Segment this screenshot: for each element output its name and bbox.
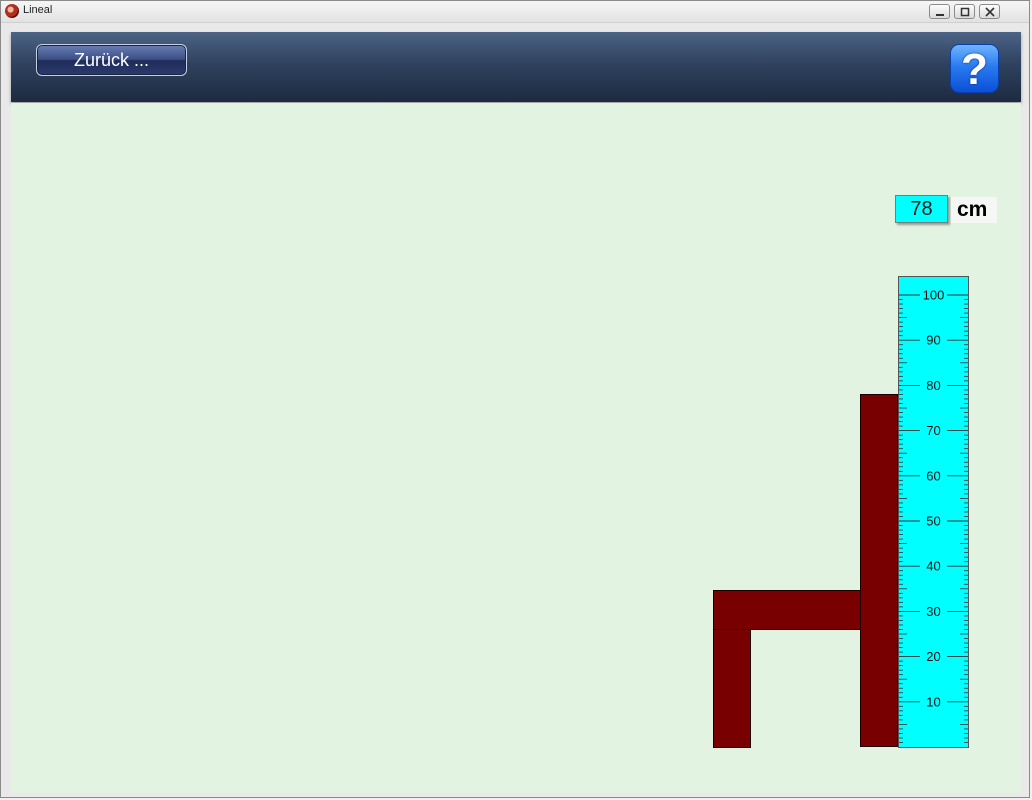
chair-seat (713, 590, 861, 630)
drawing-area: 78 cm 10 20 30 40 50 60 70 80 90 100 (11, 103, 1021, 793)
window-title: Lineal (23, 4, 53, 16)
app-icon (5, 4, 19, 18)
chair-back[interactable] (860, 394, 898, 747)
ruler-label: 100 (923, 288, 945, 303)
ruler-label: 20 (926, 649, 940, 664)
close-icon (985, 7, 995, 17)
maximize-button[interactable] (954, 4, 975, 19)
toolbar: Zurück ... ? (11, 32, 1021, 102)
minimize-icon (936, 14, 944, 16)
help-button[interactable]: ? (950, 44, 999, 94)
measurement-unit: cm (951, 197, 997, 223)
ruler-label: 40 (926, 559, 940, 574)
back-button[interactable]: Zurück ... (36, 44, 187, 76)
ruler-label: 90 (926, 333, 940, 348)
chair-front-leg (713, 628, 751, 748)
ruler-label: 60 (926, 468, 940, 483)
maximize-icon (960, 7, 970, 17)
ruler-label: 80 (926, 378, 940, 393)
ruler-label: 10 (926, 694, 940, 709)
ruler-label: 30 (926, 604, 940, 619)
app-window: Lineal Zurück ... ? 78 cm 10 20 30 40 50 60 70… (0, 0, 1030, 798)
measurement-value: 78 (895, 195, 948, 223)
help-icon: ? (961, 45, 988, 94)
minimize-button[interactable] (929, 4, 950, 19)
title-bar: Lineal (1, 1, 1029, 23)
close-button[interactable] (979, 4, 1000, 19)
ruler: 10 20 30 40 50 60 70 80 90 100 (898, 276, 969, 748)
ruler-label: 70 (926, 423, 940, 438)
ruler-label: 50 (926, 514, 940, 529)
